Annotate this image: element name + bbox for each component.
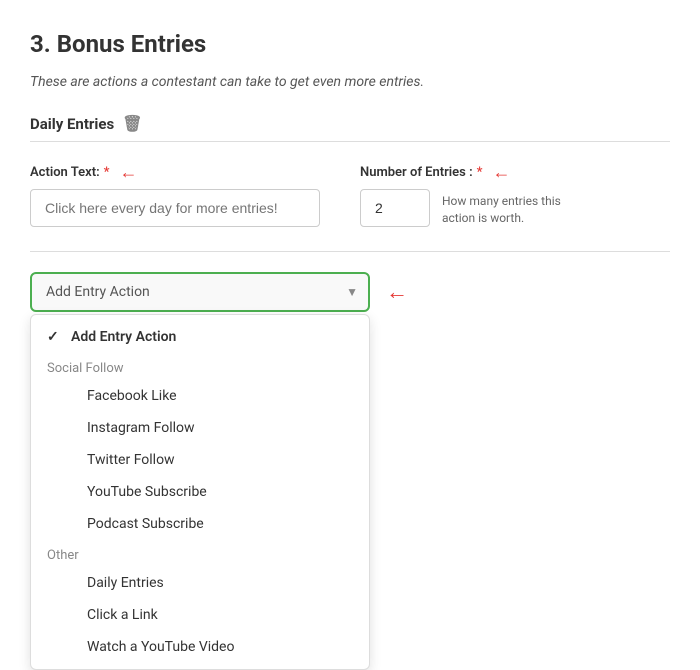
dropdown-item-click-a-link[interactable]: Click a Link <box>31 599 369 631</box>
dropdown-group-social-follow: Social Follow <box>31 353 369 380</box>
add-entry-action-dropdown[interactable]: Add Entry Action <box>30 272 370 312</box>
entries-hint: How many entries this action is worth. <box>442 193 582 227</box>
dropdown-arrow: ← <box>386 279 408 305</box>
action-text-label: Action Text: * ← <box>30 162 320 183</box>
required-star-entries: * <box>477 165 483 180</box>
number-of-entries-arrow: ← <box>492 162 510 183</box>
dropdown-item-daily-entries[interactable]: Daily Entries <box>31 567 369 599</box>
trash-icon[interactable]: 🗑 <box>122 114 142 133</box>
number-of-entries-input[interactable] <box>360 189 430 227</box>
page-subtitle: These are actions a contestant can take … <box>30 74 670 90</box>
dropdown-item-instagram-follow[interactable]: Instagram Follow <box>31 412 369 444</box>
daily-entries-section-header: Daily Entries 🗑 <box>30 114 670 133</box>
form-divider <box>30 251 670 252</box>
dropdown-item-twitter-follow[interactable]: Twitter Follow <box>31 444 369 476</box>
dropdown-item-watch-youtube-video[interactable]: Watch a YouTube Video <box>31 631 369 663</box>
dropdown-group-other: Other <box>31 540 369 567</box>
check-icon: ✓ <box>47 329 63 345</box>
number-of-entries-group: Number of Entries : * ← How many entries… <box>360 162 582 227</box>
action-text-input[interactable] <box>30 189 320 227</box>
dropdown-item-add-entry[interactable]: ✓ Add Entry Action <box>31 321 369 353</box>
page-title: 3. Bonus Entries <box>30 30 670 58</box>
dropdown-item-podcast-subscribe[interactable]: Podcast Subscribe <box>31 508 369 540</box>
entries-input-group: How many entries this action is worth. <box>360 189 582 227</box>
action-text-arrow: ← <box>119 162 137 183</box>
number-of-entries-label: Number of Entries : * ← <box>360 162 582 183</box>
action-text-group: Action Text: * ← <box>30 162 320 227</box>
form-row: Action Text: * ← Number of Entries : * ←… <box>30 162 670 227</box>
add-entry-action-container: Add Entry Action ▼ ✓ Add Entry Action So… <box>30 272 670 312</box>
dropdown-menu: ✓ Add Entry Action Social Follow Faceboo… <box>30 314 370 670</box>
dropdown-item-youtube-subscribe[interactable]: YouTube Subscribe <box>31 476 369 508</box>
required-star-action: * <box>104 165 110 180</box>
section-divider <box>30 141 670 142</box>
dropdown-wrapper: Add Entry Action ▼ ✓ Add Entry Action So… <box>30 272 370 312</box>
daily-entries-label: Daily Entries <box>30 115 114 133</box>
dropdown-item-facebook-like[interactable]: Facebook Like <box>31 380 369 412</box>
